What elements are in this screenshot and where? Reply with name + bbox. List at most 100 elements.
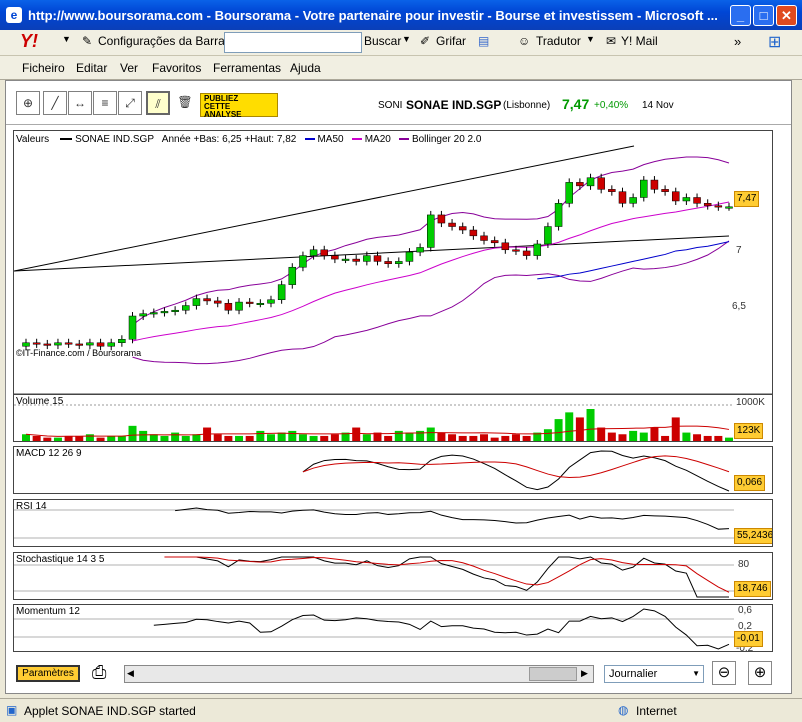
- candle: [331, 255, 339, 260]
- stoch-chart[interactable]: [14, 553, 773, 600]
- mail-button[interactable]: Y! Mail: [621, 34, 658, 48]
- rsi-pane[interactable]: RSI 14 55,2436: [13, 499, 773, 547]
- volume-bar: [565, 412, 574, 441]
- period-select[interactable]: Journalier ▼: [604, 665, 704, 683]
- period-value: Journalier: [609, 668, 658, 680]
- menu-ver[interactable]: Ver: [120, 61, 138, 75]
- indicator-line: [175, 507, 730, 530]
- horizontal-line-icon[interactable]: ↔: [68, 91, 92, 115]
- legend-ma20: MA20: [364, 134, 391, 145]
- stoch-value-box: 18,746: [734, 581, 771, 597]
- close-button[interactable]: ✕: [776, 5, 797, 26]
- candle: [384, 261, 392, 264]
- ticker-date: 14 Nov: [642, 100, 674, 111]
- config-button[interactable]: Configurações da Barra: [98, 34, 225, 48]
- ie-icon: e: [6, 7, 22, 23]
- volume-bar: [235, 435, 244, 441]
- ticker-name: SONAE IND.SGP: [406, 98, 502, 112]
- momentum-tick: 0,6: [738, 605, 752, 616]
- parametres-button[interactable]: Paramètres: [16, 665, 80, 682]
- volume-bar: [181, 435, 190, 441]
- legend-bollinger: Bollinger 20 2.0: [411, 134, 482, 145]
- yahoo-search-input[interactable]: [224, 32, 362, 53]
- more-button[interactable]: »: [734, 34, 741, 49]
- zoom-in-icon[interactable]: ⊕: [748, 661, 772, 685]
- rsi-value-box: 55,2436: [734, 528, 772, 544]
- volume-bar: [448, 434, 457, 441]
- candle: [395, 261, 403, 264]
- volume-bar: [277, 432, 286, 441]
- momentum-chart[interactable]: [14, 605, 773, 652]
- volume-pane[interactable]: Volume 15 1000K 123K: [13, 394, 773, 442]
- scroll-left-icon[interactable]: ◀: [127, 668, 134, 679]
- chevron-down-icon[interactable]: ▼: [402, 34, 411, 44]
- menu-ajuda[interactable]: Ajuda: [290, 61, 321, 75]
- menu-ferramentas[interactable]: Ferramentas: [213, 61, 281, 75]
- volume-bar: [32, 435, 41, 441]
- search-button[interactable]: Buscar: [364, 34, 401, 48]
- chevron-down-icon[interactable]: ▼: [586, 34, 595, 44]
- candle: [320, 249, 328, 256]
- stoch-pane[interactable]: Stochastique 14 3 5 80 18,746: [13, 552, 773, 600]
- maximize-button[interactable]: □: [753, 5, 774, 26]
- zoom-icon[interactable]: ⊕: [16, 91, 40, 115]
- zoom-out-icon[interactable]: ⊖: [712, 661, 736, 685]
- scrollbar-thumb[interactable]: [529, 667, 577, 681]
- candle: [490, 240, 499, 244]
- scroll-right-icon[interactable]: ▶: [581, 668, 588, 679]
- chevron-down-icon[interactable]: ▼: [692, 669, 700, 678]
- menu-ficheiro[interactable]: Ficheiro: [22, 61, 65, 75]
- minimize-button[interactable]: _: [730, 5, 751, 26]
- volume-bar: [597, 427, 606, 441]
- macd-value-box: 0,066: [734, 475, 766, 491]
- rsi-chart[interactable]: [14, 500, 773, 547]
- trash-icon[interactable]: 🗑: [173, 91, 197, 115]
- candle: [586, 177, 595, 187]
- momentum-value-box: -0,01: [734, 631, 763, 647]
- macd-pane[interactable]: MACD 12 26 9 0,066: [13, 446, 773, 494]
- candle: [75, 343, 84, 346]
- indicator-signal-line: [302, 455, 730, 479]
- momentum-pane[interactable]: Momentum 12 0,6 0,2 -0,2 -0,01: [13, 604, 773, 652]
- volume-bar: [458, 435, 467, 441]
- candle: [352, 258, 360, 262]
- yahoo-logo[interactable]: Y!: [20, 31, 38, 52]
- candle: [469, 229, 478, 237]
- candle: [22, 342, 30, 347]
- volume-bar: [85, 434, 94, 441]
- publiez-button[interactable]: PUBLIEZ CETTE ANALYSE: [200, 93, 278, 119]
- volume-bar: [469, 435, 478, 441]
- printer-icon[interactable]: ⎙: [92, 662, 106, 683]
- ticker-change: +0,40%: [594, 100, 629, 111]
- ticker-code: SONI: [378, 100, 403, 111]
- volume-bar: [480, 434, 489, 441]
- volume-chart[interactable]: [14, 395, 773, 442]
- draw-line-icon[interactable]: ╱: [43, 91, 67, 115]
- fibonacci-icon[interactable]: ≡: [93, 91, 117, 115]
- volume-bar: [607, 432, 616, 441]
- tradutor-button[interactable]: Tradutor: [536, 34, 581, 48]
- menu-editar[interactable]: Editar: [76, 61, 107, 75]
- grifar-button[interactable]: Grifar: [436, 34, 466, 48]
- chevron-down-icon[interactable]: ▼: [62, 34, 71, 44]
- ticker-price: 7,47: [562, 96, 590, 112]
- ma50-line: [537, 241, 730, 280]
- candle: [725, 206, 733, 209]
- price-chart[interactable]: [14, 131, 773, 414]
- price-pane[interactable]: Valeurs SONAE IND.SGP Année +Bas: 6,25 +…: [13, 130, 773, 414]
- volume-bar: [352, 427, 361, 441]
- parallel-lines-icon[interactable]: ⫽: [146, 91, 170, 115]
- layout-icon[interactable]: ▤: [478, 34, 489, 48]
- candle: [171, 309, 179, 312]
- candle: [640, 179, 648, 198]
- menu-favoritos[interactable]: Favoritos: [152, 61, 201, 75]
- volume-bar: [256, 430, 265, 441]
- window-title: http://www.boursorama.com - Boursorama -…: [28, 8, 718, 23]
- macd-chart[interactable]: [14, 447, 773, 494]
- horizontal-scrollbar[interactable]: ◀ ▶: [124, 665, 594, 683]
- volume-bar: [213, 434, 222, 441]
- candle: [299, 255, 307, 268]
- volume-bar: [554, 419, 563, 441]
- candle: [671, 191, 680, 202]
- trend-icon[interactable]: ⤢: [118, 91, 142, 115]
